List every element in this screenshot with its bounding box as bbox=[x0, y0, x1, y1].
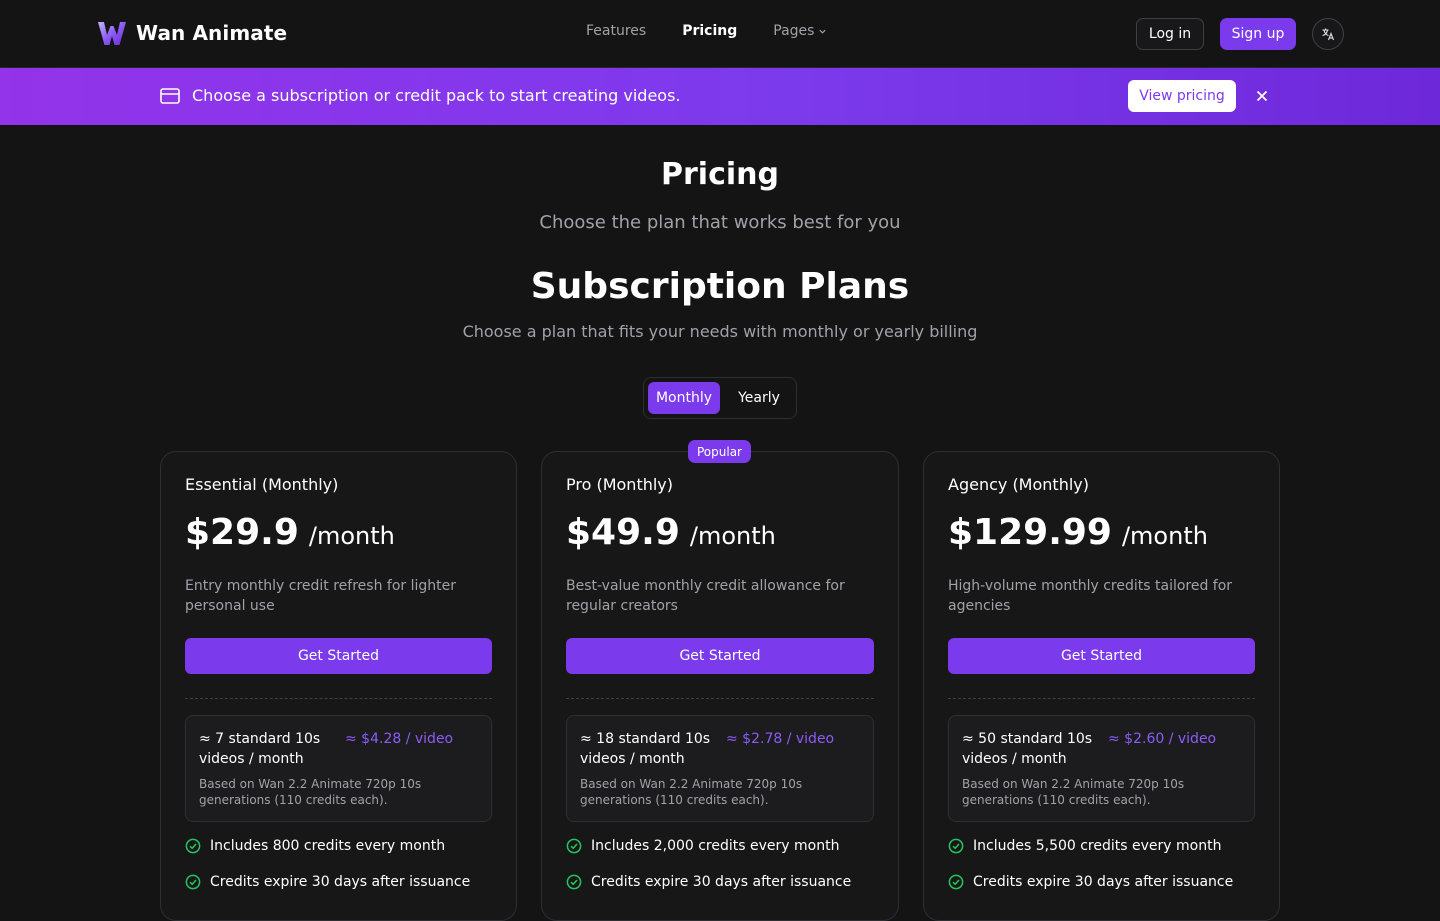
nav-pricing[interactable]: Pricing bbox=[682, 23, 737, 39]
feature-text: Credits expire 30 days after issuance bbox=[210, 874, 471, 890]
promo-banner: Choose a subscription or credit pack to … bbox=[0, 68, 1440, 125]
plan-card-pro: Pro (Monthly) $49.9 /month Best-value mo… bbox=[541, 451, 899, 921]
check-circle-icon bbox=[185, 874, 201, 890]
translate-icon bbox=[1322, 28, 1335, 41]
video-rate: ≈ $2.78 / video bbox=[726, 731, 835, 747]
section-subtitle: Choose a plan that fits your needs with … bbox=[462, 322, 978, 341]
video-rate: ≈ $2.60 / video bbox=[1108, 731, 1217, 747]
feature-text: Credits expire 30 days after issuance bbox=[591, 874, 852, 890]
plan-period: /month bbox=[689, 522, 776, 550]
brand-name: Wan Animate bbox=[136, 21, 288, 45]
plan-name: Agency (Monthly) bbox=[948, 475, 1089, 494]
section-title: Subscription Plans bbox=[530, 266, 910, 307]
plan-description: High-volume monthly credits tailored for… bbox=[948, 578, 1233, 614]
divider bbox=[185, 698, 492, 699]
video-estimate-box: ≈ 7 standard 10s videos / month ≈ $4.28 … bbox=[185, 715, 492, 822]
main-nav: Features Pricing Pages bbox=[586, 23, 827, 39]
plan-period: /month bbox=[308, 522, 395, 550]
video-estimate-box: ≈ 18 standard 10s videos / month ≈ $2.78… bbox=[566, 715, 874, 822]
check-circle-icon bbox=[566, 838, 582, 854]
close-icon[interactable] bbox=[1254, 88, 1270, 104]
price-row: $49.9 /month bbox=[566, 512, 776, 553]
check-circle-icon bbox=[185, 838, 201, 854]
banner-text: Choose a subscription or credit pack to … bbox=[192, 86, 681, 105]
plan-description: Best-value monthly credit allowance for … bbox=[566, 578, 845, 614]
feature-item: Includes 2,000 credits every month bbox=[566, 838, 839, 854]
feature-item: Credits expire 30 days after issuance bbox=[948, 874, 1233, 890]
chevron-down-icon bbox=[819, 29, 827, 34]
feature-text: Credits expire 30 days after issuance bbox=[973, 874, 1234, 890]
estimate-note: Based on Wan 2.2 Animate 720p 10s genera… bbox=[199, 777, 422, 807]
plan-name: Pro (Monthly) bbox=[566, 475, 674, 494]
signup-button[interactable]: Sign up bbox=[1220, 18, 1296, 50]
get-started-button[interactable]: Get Started bbox=[948, 638, 1255, 674]
toggle-yearly[interactable]: Yearly bbox=[726, 382, 792, 414]
plan-price: $29.9 bbox=[185, 512, 299, 553]
language-button[interactable] bbox=[1312, 18, 1344, 50]
plan-card-essential: Essential (Monthly) $29.9 /month Entry m… bbox=[160, 451, 517, 921]
toggle-monthly[interactable]: Monthly bbox=[648, 382, 720, 414]
brand[interactable]: Wan Animate bbox=[97, 20, 287, 46]
estimate-note: Based on Wan 2.2 Animate 720p 10s genera… bbox=[580, 777, 803, 807]
nav-pages-label: Pages bbox=[773, 23, 815, 39]
divider bbox=[566, 698, 874, 699]
video-count: ≈ 50 standard 10s videos / month bbox=[962, 731, 1093, 767]
feature-item: Credits expire 30 days after issuance bbox=[185, 874, 470, 890]
billing-toggle: Monthly Yearly bbox=[643, 377, 797, 419]
video-estimate-box: ≈ 50 standard 10s videos / month ≈ $2.60… bbox=[948, 715, 1255, 822]
page-subtitle: Choose the plan that works best for you bbox=[539, 212, 901, 233]
feature-item: Includes 5,500 credits every month bbox=[948, 838, 1221, 854]
w-logo-icon bbox=[98, 22, 126, 45]
plan-price: $129.99 bbox=[948, 512, 1112, 553]
check-circle-icon bbox=[948, 874, 964, 890]
price-row: $129.99 /month bbox=[948, 512, 1208, 553]
get-started-button[interactable]: Get Started bbox=[566, 638, 874, 674]
get-started-button[interactable]: Get Started bbox=[185, 638, 492, 674]
feature-text: Includes 2,000 credits every month bbox=[591, 838, 840, 854]
page-title: Pricing bbox=[661, 157, 779, 192]
check-circle-icon bbox=[948, 838, 964, 854]
feature-text: Includes 5,500 credits every month bbox=[973, 838, 1222, 854]
feature-text: Includes 800 credits every month bbox=[210, 838, 446, 854]
login-button[interactable]: Log in bbox=[1136, 18, 1204, 50]
nav-pages[interactable]: Pages bbox=[773, 23, 827, 39]
popular-badge: Popular bbox=[688, 440, 751, 463]
video-count: ≈ 7 standard 10s videos / month bbox=[199, 731, 321, 767]
plan-description: Entry monthly credit refresh for lighter… bbox=[185, 578, 457, 614]
video-count: ≈ 18 standard 10s videos / month bbox=[580, 731, 711, 767]
feature-item: Credits expire 30 days after issuance bbox=[566, 874, 851, 890]
plan-card-agency: Agency (Monthly) $129.99 /month High-vol… bbox=[923, 451, 1280, 921]
top-header: Wan Animate Features Pricing Pages Log i… bbox=[0, 0, 1440, 68]
video-rate: ≈ $4.28 / video bbox=[345, 731, 454, 747]
feature-item: Includes 800 credits every month bbox=[185, 838, 445, 854]
nav-features[interactable]: Features bbox=[586, 23, 646, 39]
plan-price: $49.9 bbox=[566, 512, 680, 553]
divider bbox=[948, 698, 1255, 699]
check-circle-icon bbox=[566, 874, 582, 890]
plan-name: Essential (Monthly) bbox=[185, 475, 339, 494]
view-pricing-button[interactable]: View pricing bbox=[1128, 80, 1236, 112]
price-row: $29.9 /month bbox=[185, 512, 395, 553]
plan-period: /month bbox=[1121, 522, 1208, 550]
credit-card-icon bbox=[160, 88, 180, 104]
estimate-note: Based on Wan 2.2 Animate 720p 10s genera… bbox=[962, 777, 1185, 807]
